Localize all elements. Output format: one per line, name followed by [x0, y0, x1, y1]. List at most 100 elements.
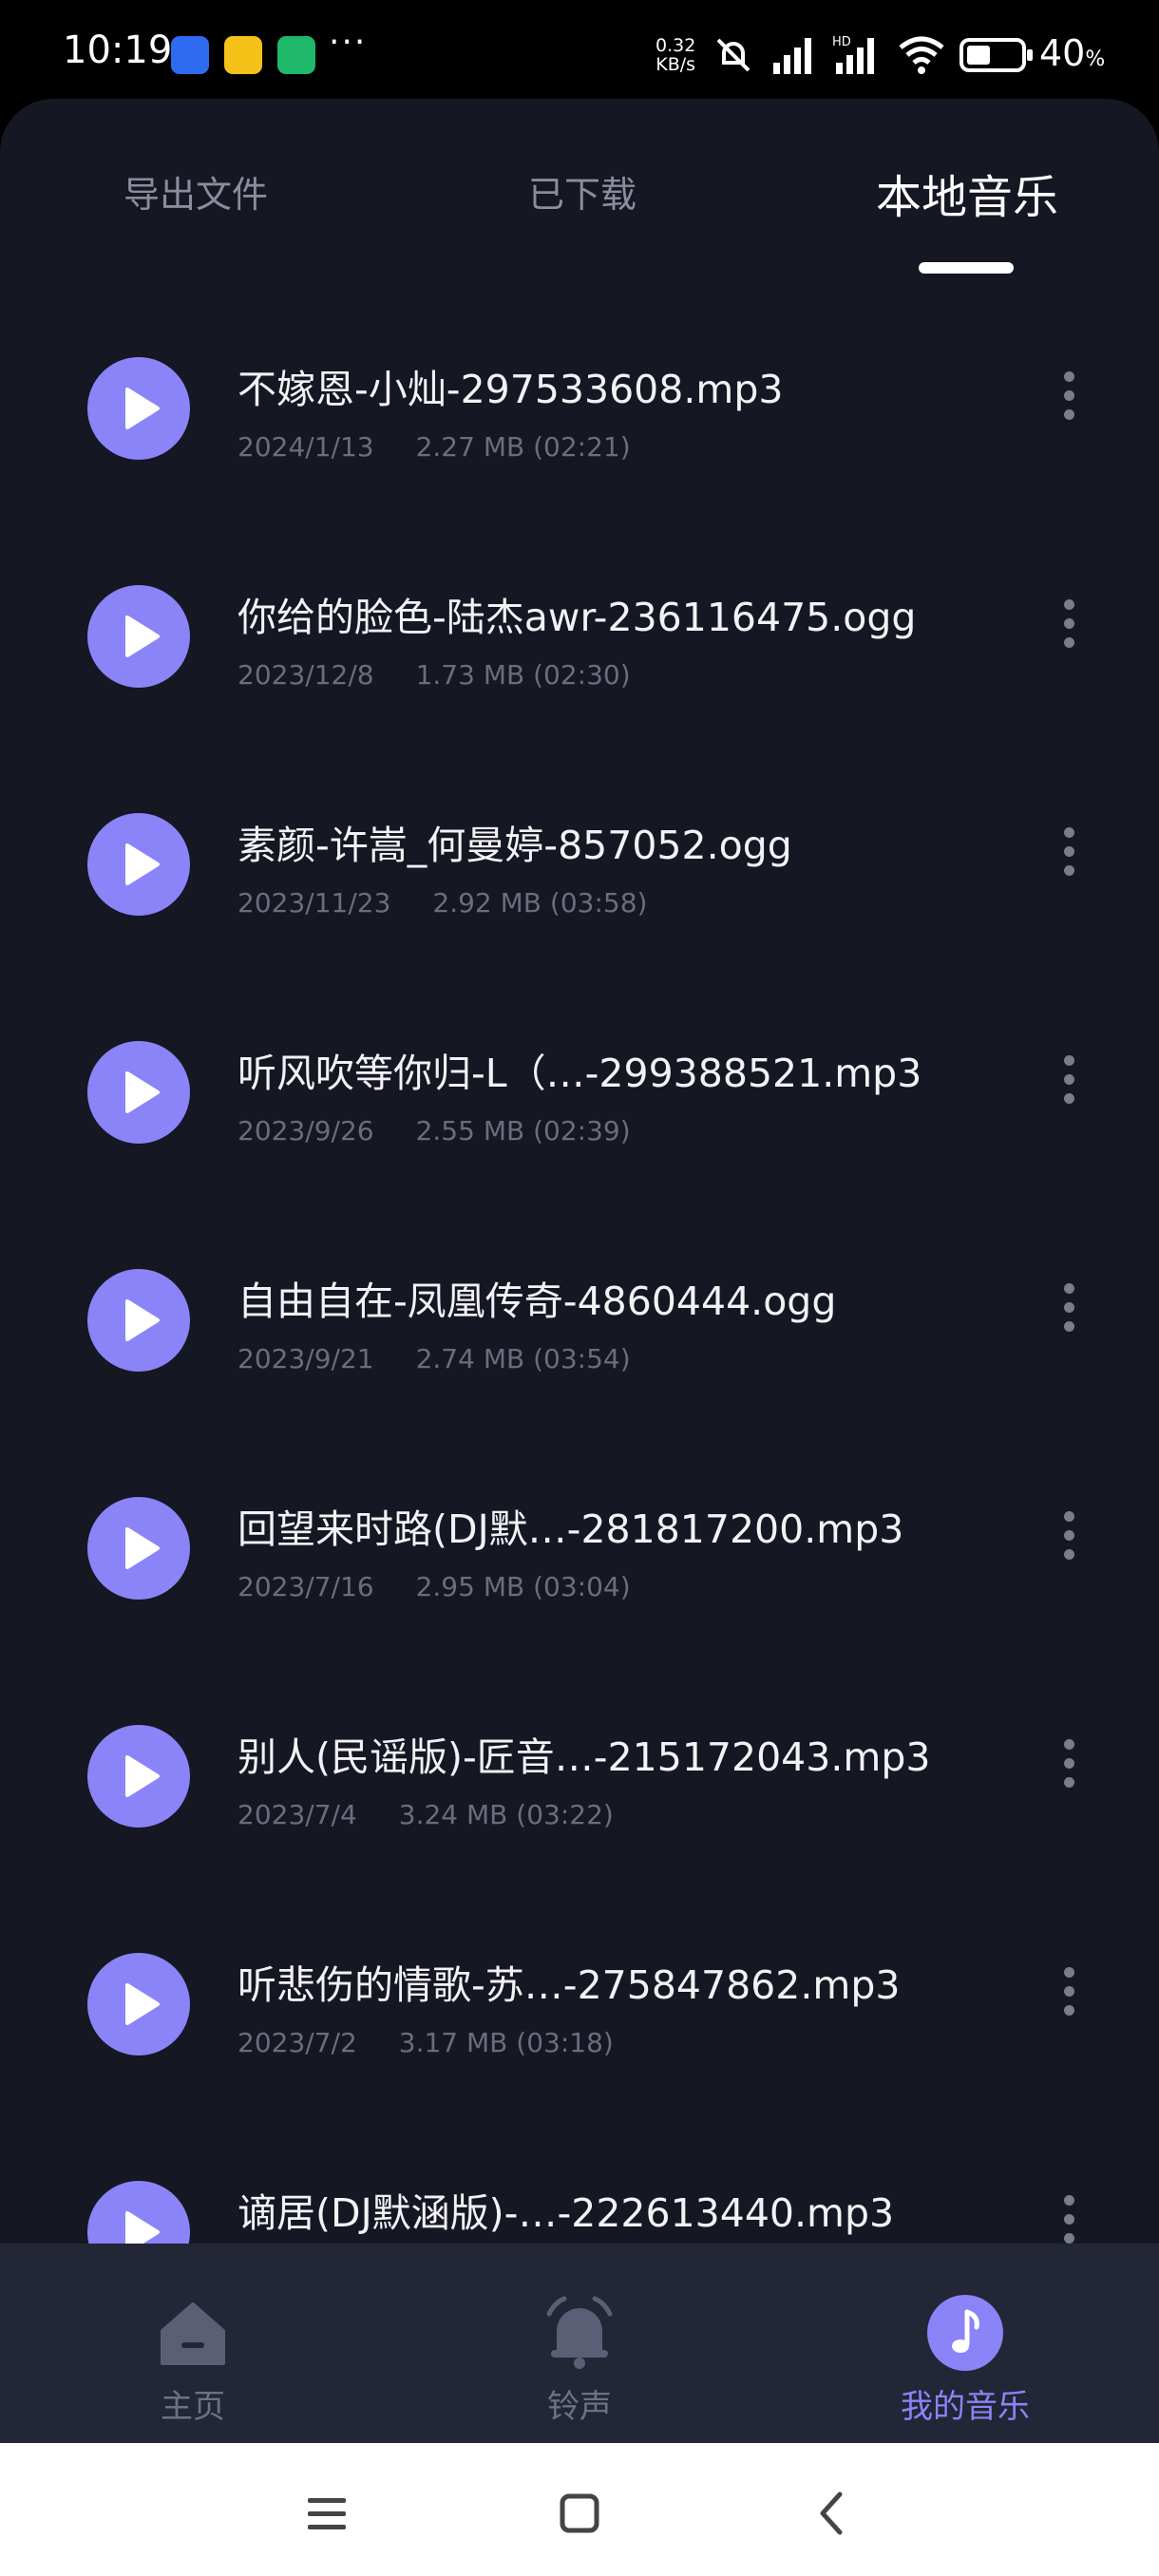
more-options-icon[interactable] [1054, 1047, 1083, 1138]
song-date: 2023/11/23 [238, 887, 391, 919]
song-list[interactable]: 不嫁恩-小灿-297533608.mp3 2024/1/13 2.27 MB (0… [0, 310, 1159, 2361]
tab-export-files[interactable]: 导出文件 [124, 165, 268, 218]
play-icon [125, 1071, 160, 1113]
play-button[interactable] [87, 1953, 190, 2055]
song-meta: 2024/1/13 2.27 MB (02:21) [238, 431, 631, 463]
song-date: 2023/9/21 [238, 1343, 374, 1374]
play-button[interactable] [87, 1269, 190, 1372]
song-title: 别人(民谣版)-匠音…-215172043.mp3 [238, 1734, 931, 1780]
tab-indicator [919, 262, 1014, 274]
song-meta: 2023/9/21 2.74 MB (03:54) [238, 1343, 631, 1374]
more-options-icon[interactable] [1054, 819, 1083, 910]
song-meta: 2023/11/23 2.92 MB (03:58) [238, 887, 647, 919]
tab-downloaded[interactable]: 已下载 [528, 165, 636, 218]
song-info: 2.74 MB (03:54) [415, 1343, 631, 1374]
song-meta: 2023/9/26 2.55 MB (02:39) [238, 1115, 631, 1146]
nav-ringtone[interactable]: 铃声 [484, 2295, 674, 2427]
song-info: 3.17 MB (03:18) [398, 2027, 614, 2058]
back-icon[interactable] [804, 2485, 861, 2542]
play-button[interactable] [87, 813, 190, 916]
song-date: 2023/12/8 [238, 659, 374, 691]
song-row[interactable]: 素颜-许嵩_何曼婷-857052.ogg 2023/11/23 2.92 MB (… [0, 766, 1159, 994]
more-options-icon[interactable] [1054, 1959, 1083, 2050]
nav-my-music-label: 我的音乐 [901, 2388, 1030, 2426]
more-options-icon[interactable] [1054, 1275, 1083, 1366]
battery-icon [960, 38, 1033, 72]
song-row[interactable]: 听风吹等你归-L（…-299388521.mp3 2023/9/26 2.55 M… [0, 994, 1159, 1222]
more-options-icon[interactable] [1054, 591, 1083, 682]
song-meta: 2023/7/4 3.24 MB (03:22) [238, 1799, 614, 1830]
wifi-icon [899, 36, 944, 74]
net-speed-unit: KB/s [656, 54, 696, 75]
bottom-nav: 主页 铃声 我的音乐 [0, 2244, 1159, 2443]
net-speed-value: 0.32 [656, 35, 696, 56]
battery-value: 40 [1039, 32, 1086, 74]
song-title: 你给的脸色-陆杰awr-236116475.ogg [238, 595, 917, 640]
more-options-icon[interactable] [1054, 1731, 1083, 1822]
more-options-icon[interactable] [1054, 363, 1083, 454]
song-meta: 2023/12/8 1.73 MB (02:30) [238, 659, 631, 691]
song-row[interactable]: 你给的脸色-陆杰awr-236116475.ogg 2023/12/8 1.73 … [0, 538, 1159, 766]
status-time: 10:19 [63, 28, 173, 72]
music-panel: 导出文件 已下载 本地音乐 不嫁恩-小灿-297533608.mp3 2024/… [0, 99, 1159, 2443]
song-info: 2.27 MB (02:21) [415, 431, 631, 463]
song-title: 谪居(DJ默涵版)-…-222613440.mp3 [238, 2190, 895, 2236]
play-button[interactable] [87, 1497, 190, 1600]
song-info: 3.24 MB (03:22) [398, 1799, 614, 1830]
song-meta: 2023/7/2 3.17 MB (03:18) [238, 2027, 614, 2058]
more-notifications-icon: ··· [329, 23, 368, 62]
song-row[interactable]: 别人(民谣版)-匠音…-215172043.mp3 2023/7/4 3.24 M… [0, 1677, 1159, 1905]
song-date: 2023/7/16 [238, 1571, 374, 1602]
song-title: 听悲伤的情歌-苏…-275847862.mp3 [238, 1962, 901, 2008]
song-info: 2.55 MB (02:39) [415, 1115, 631, 1146]
home-icon [161, 2302, 225, 2365]
svg-text:HD: HD [832, 35, 851, 49]
play-icon [125, 388, 160, 429]
app-yellow-icon [224, 36, 262, 74]
music-note-icon [927, 2295, 1003, 2371]
song-row[interactable]: 回望来时路(DJ默…-281817200.mp3 2023/7/16 2.95 M… [0, 1449, 1159, 1677]
mute-bell-icon [716, 38, 750, 72]
song-meta: 2023/7/16 2.95 MB (03:04) [238, 1571, 631, 1602]
song-date: 2024/1/13 [238, 431, 374, 463]
song-info: 1.73 MB (02:30) [415, 659, 631, 691]
play-button[interactable] [87, 1725, 190, 1828]
menu-icon[interactable] [298, 2485, 355, 2542]
home-square-icon[interactable] [551, 2485, 608, 2542]
play-icon [125, 843, 160, 885]
battery-unit: % [1085, 47, 1106, 71]
app-green-icon [277, 36, 315, 74]
song-date: 2023/9/26 [238, 1115, 374, 1146]
signal-icon-1 [773, 38, 811, 74]
song-row[interactable]: 不嫁恩-小灿-297533608.mp3 2024/1/13 2.27 MB (0… [0, 310, 1159, 538]
tab-local-music[interactable]: 本地音乐 [876, 160, 1058, 226]
nav-my-music[interactable]: 我的音乐 [870, 2295, 1060, 2427]
song-title: 回望来时路(DJ默…-281817200.mp3 [238, 1506, 904, 1552]
play-icon [125, 1755, 160, 1797]
more-options-icon[interactable] [1054, 1503, 1083, 1594]
baidu-netdisk-app-icon [171, 36, 209, 74]
play-button[interactable] [87, 585, 190, 688]
song-date: 2023/7/4 [238, 1799, 357, 1830]
system-nav-bar [0, 2443, 1159, 2576]
nav-home-label: 主页 [161, 2388, 225, 2426]
play-icon [125, 616, 160, 657]
status-bar: 10:19 ··· 0.32 KB/s HD 40% [0, 0, 1159, 95]
signal-hd-icon: HD [832, 35, 874, 74]
battery-percent: 40% [1039, 32, 1105, 74]
play-icon [125, 1527, 160, 1569]
nav-home[interactable]: 主页 [98, 2295, 288, 2427]
song-row[interactable]: 听悲伤的情歌-苏…-275847862.mp3 2023/7/2 3.17 MB … [0, 1905, 1159, 2133]
play-icon [125, 1299, 160, 1341]
play-icon [125, 1983, 160, 2025]
song-row[interactable]: 自由自在-凤凰传奇-4860444.ogg 2023/9/21 2.74 MB (… [0, 1222, 1159, 1449]
play-button[interactable] [87, 1041, 190, 1144]
song-title: 听风吹等你归-L（…-299388521.mp3 [238, 1051, 922, 1096]
song-title: 自由自在-凤凰传奇-4860444.ogg [238, 1279, 837, 1324]
song-title: 素颜-许嵩_何曼婷-857052.ogg [238, 823, 792, 868]
song-title: 不嫁恩-小灿-297533608.mp3 [238, 367, 784, 412]
song-info: 2.95 MB (03:04) [415, 1571, 631, 1602]
net-speed: 0.32 KB/s [656, 36, 695, 74]
play-button[interactable] [87, 357, 190, 460]
bell-icon [546, 2296, 613, 2369]
